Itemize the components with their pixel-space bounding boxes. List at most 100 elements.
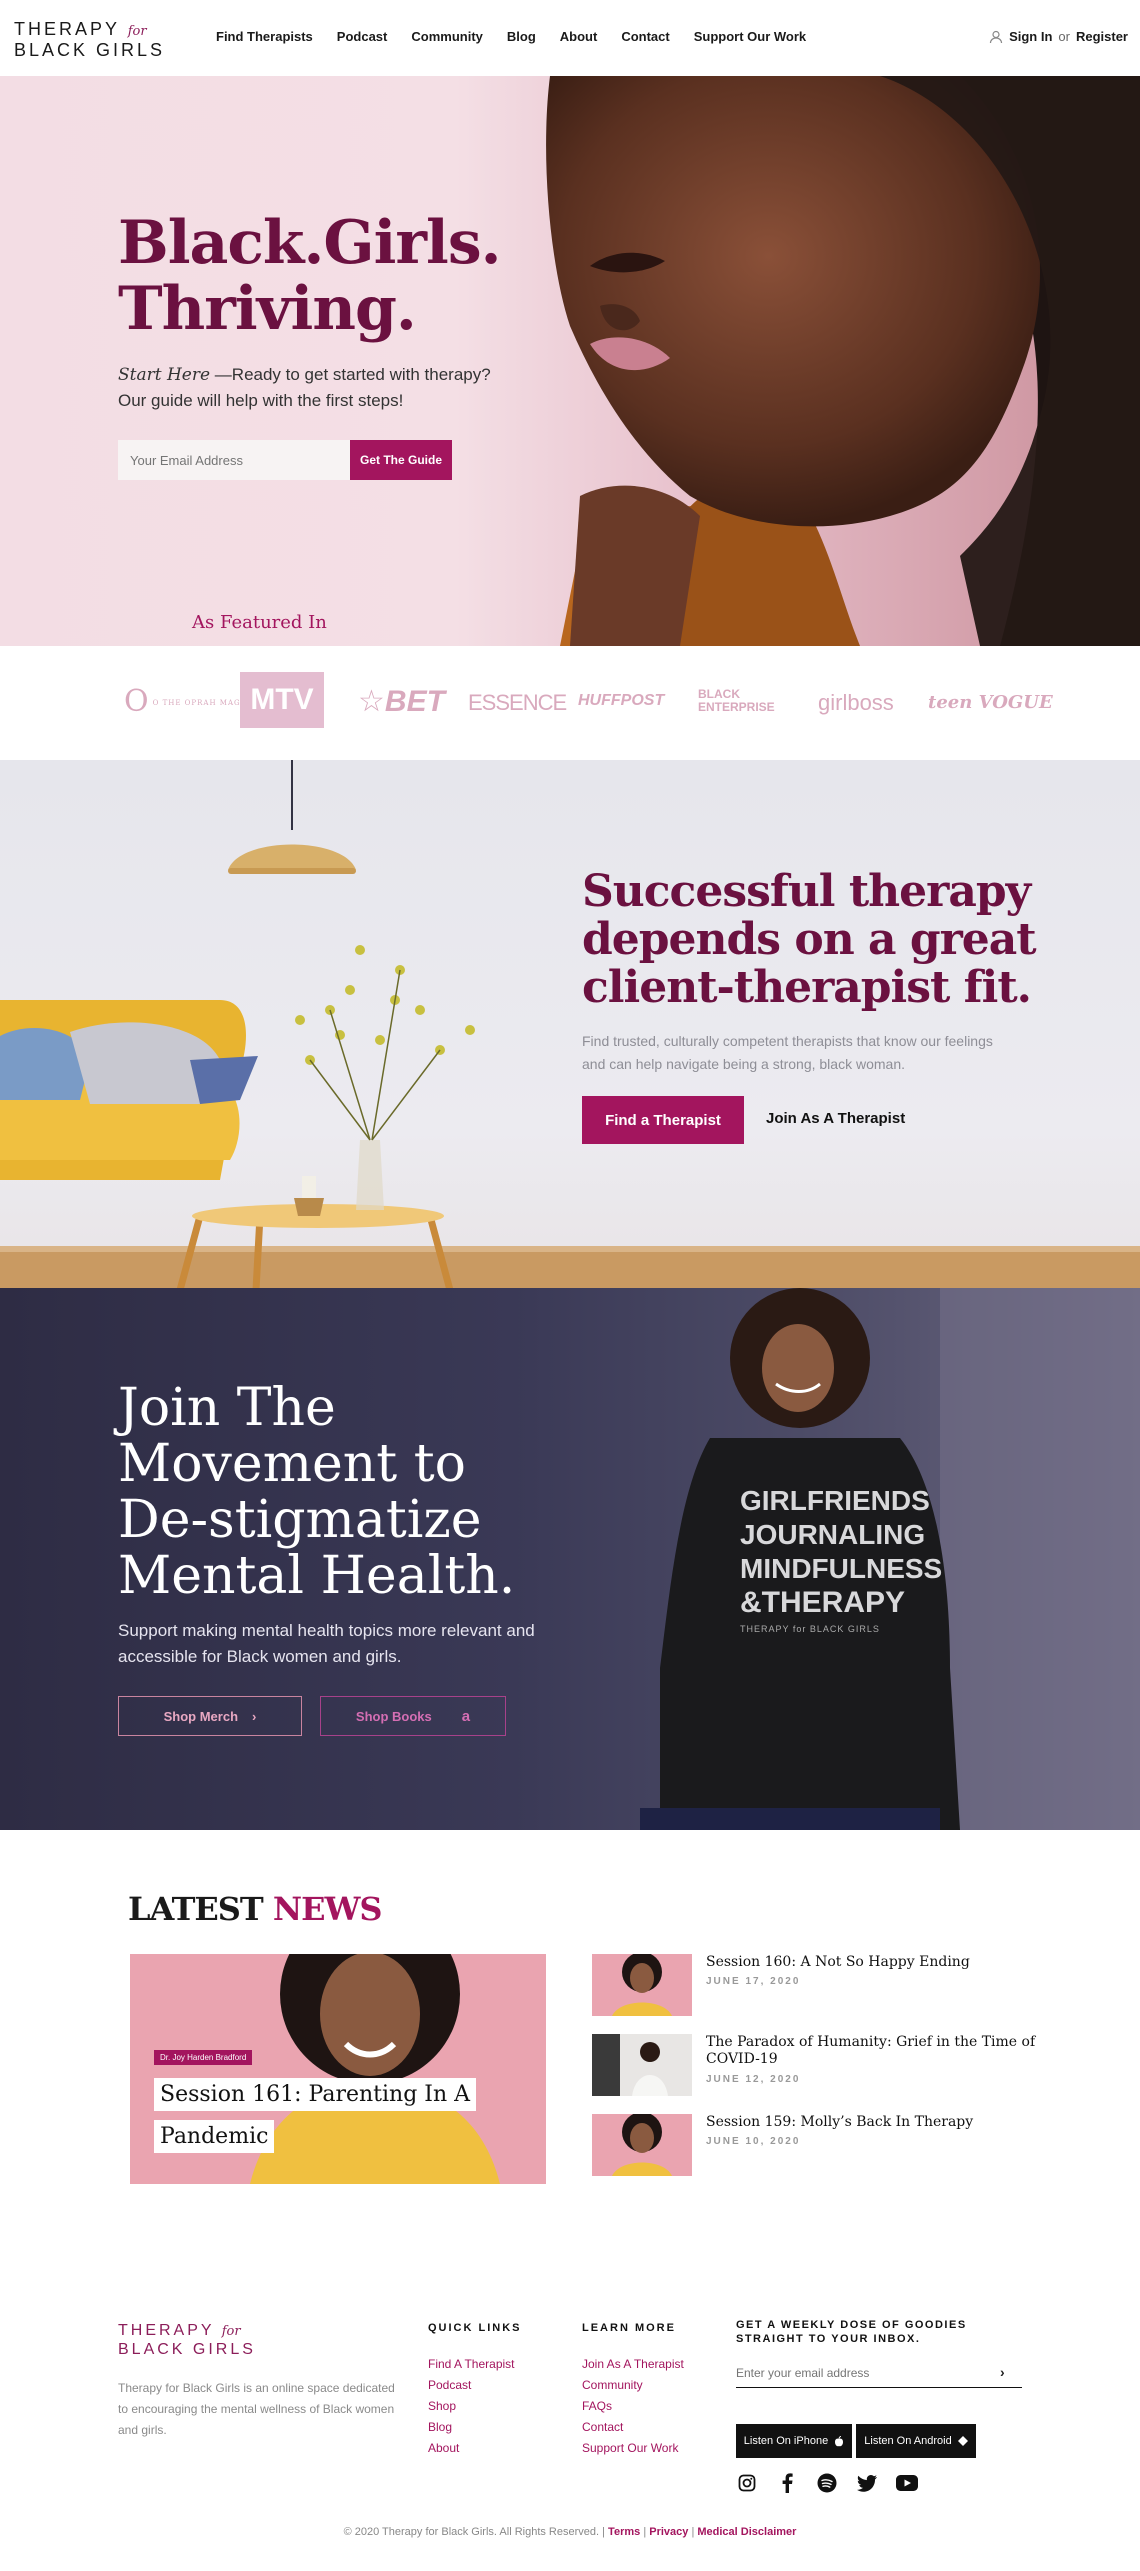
get-the-guide-button[interactable]: Get The Guide (350, 440, 452, 480)
nav-podcast[interactable]: Podcast (337, 29, 388, 44)
newsletter-submit-chevron-icon[interactable]: › (1000, 2364, 1005, 2380)
footer-link-join-as-therapist[interactable]: Join As A Therapist (582, 2354, 684, 2375)
fit-title-line3: client-therapist fit. (582, 962, 1032, 1013)
footer-link-support-our-work[interactable]: Support Our Work (582, 2438, 684, 2459)
shop-books-label: Shop Books (355, 1708, 432, 1724)
news-item-date: JUNE 10, 2020 (706, 2136, 801, 2147)
featured-news-card[interactable]: Dr. Joy Harden Bradford Session 161: Par… (130, 1954, 546, 2184)
movement-title: Join The Movement to De-stigmatize Menta… (118, 1380, 515, 1604)
news-list-item[interactable]: The Paradox of Humanity: Grief in the Ti… (592, 2034, 1052, 2098)
shirt-text-4: &THERAPY (740, 1586, 905, 1619)
news-list-item[interactable]: Session 160: A Not So Happy Ending JUNE … (592, 1954, 1052, 2018)
footer-link-contact[interactable]: Contact (582, 2417, 684, 2438)
copyright-bar: © 2020 Therapy for Black Girls. All Righ… (0, 2526, 1140, 2538)
medical-disclaimer-link[interactable]: Medical Disclaimer (697, 2526, 796, 2538)
nav-find-therapists[interactable]: Find Therapists (216, 29, 313, 44)
find-a-therapist-button[interactable]: Find a Therapist (582, 1096, 744, 1144)
fit-title-line2: depends on a great (582, 914, 1037, 965)
footer-logo[interactable]: THERAPY for BLACK GIRLS (118, 2322, 256, 2359)
footer-link-faqs[interactable]: FAQs (582, 2396, 684, 2417)
featured-news-title-line2: Pandemic (154, 2120, 275, 2153)
newsletter-email-input[interactable] (736, 2358, 1022, 2388)
movement-title-line1: Join The (118, 1378, 336, 1438)
footer-link-podcast[interactable]: Podcast (428, 2375, 515, 2396)
footer-link-blog[interactable]: Blog (428, 2417, 515, 2438)
girlboss-logo: girlboss (818, 690, 894, 715)
news-item-title[interactable]: Session 159: Molly’s Back In Therapy (706, 2114, 1036, 2131)
living-room-image (0, 760, 1140, 1288)
latest-news-section: LATEST NEWS Dr. Joy Harden Bradford Sess… (0, 1830, 1140, 2270)
huffpost-logo: HUFFPOST (578, 692, 665, 709)
instagram-icon[interactable] (736, 2472, 758, 2494)
hero-email-input[interactable] (118, 440, 350, 480)
listen-on-android-button[interactable]: Listen On Android (856, 2424, 976, 2458)
terms-link[interactable]: Terms (608, 2526, 640, 2538)
footer-link-find-a-therapist[interactable]: Find A Therapist (428, 2354, 515, 2375)
footer-logo-therapy: THERAPY (118, 2322, 215, 2339)
hero-portrait-image (546, 76, 1140, 646)
main-nav: Find Therapists Podcast Community Blog A… (216, 29, 806, 44)
logo-text-for: for (127, 24, 147, 39)
nav-community[interactable]: Community (411, 29, 483, 44)
logo-text-therapy: THERAPY (14, 19, 120, 39)
teen-vogue-logo: teen VOGUE (928, 692, 1053, 713)
news-item-date: JUNE 17, 2020 (706, 1976, 801, 1987)
twitter-icon[interactable] (856, 2472, 878, 2494)
movement-subtitle: Support making mental health topics more… (118, 1621, 535, 1666)
android-icon (957, 2436, 968, 2446)
apple-icon (835, 2435, 844, 2446)
footer-link-shop[interactable]: Shop (428, 2396, 515, 2417)
as-featured-in-label: As Featured In (192, 612, 327, 633)
youtube-icon[interactable] (896, 2472, 918, 2494)
black-enterprise-logo: BLACK ENTERPRISE (698, 687, 775, 714)
news-thumbnail (592, 2114, 692, 2176)
site-footer: THERAPY for BLACK GIRLS Therapy for Blac… (0, 2270, 1140, 2571)
privacy-link[interactable]: Privacy (649, 2526, 688, 2538)
nav-about[interactable]: About (560, 29, 598, 44)
fit-title-line1: Successful therapy (582, 866, 1031, 917)
nav-blog[interactable]: Blog (507, 29, 536, 44)
shirt-text-1: GIRLFRIENDS (740, 1485, 930, 1516)
listen-iphone-label: Listen On iPhone (743, 2435, 829, 2447)
page: THERAPY for BLACK GIRLS Find Therapists … (0, 0, 1140, 2571)
listen-on-iphone-button[interactable]: Listen On iPhone (736, 2424, 852, 2458)
start-here-link[interactable]: Start Here (118, 365, 210, 385)
register-link[interactable]: Register (1076, 29, 1128, 44)
hero-section: Black.Girls. Thriving. Start Here —Ready… (0, 76, 1140, 646)
nav-contact[interactable]: Contact (621, 29, 669, 44)
chevron-right-icon: › (252, 1708, 257, 1724)
join-as-therapist-link[interactable]: Join As A Therapist (766, 1110, 905, 1127)
site-header: THERAPY for BLACK GIRLS Find Therapists … (0, 0, 1140, 76)
movement-title-line2: Movement to (118, 1434, 466, 1494)
hero-title-line2: Thriving. (118, 274, 417, 344)
shop-books-button[interactable]: Shop Books a (320, 1696, 506, 1736)
newsletter-heading: GET A WEEKLY DOSE OF GOODIES STRAIGHT TO… (736, 2319, 967, 2345)
facebook-icon[interactable] (776, 2472, 798, 2494)
nav-support-our-work[interactable]: Support Our Work (694, 29, 806, 44)
hero-title: Black.Girls. Thriving. (118, 210, 501, 344)
shop-merch-button[interactable]: Shop Merch › (118, 1696, 302, 1736)
shirt-text-3: MINDFULNESS (740, 1553, 942, 1584)
heading-news: NEWS (272, 1890, 383, 1928)
footer-link-community[interactable]: Community (582, 2375, 684, 2396)
sweatshirt-model-image: GIRLFRIENDS JOURNALING MINDFULNESS &THER… (640, 1288, 1140, 1830)
quick-links-heading: QUICK LINKS (428, 2322, 522, 2334)
featured-logos-strip: OO THE OPRAH MAGAZINE MTV ☆BET ESSENCE H… (0, 646, 1140, 760)
sign-in-link[interactable]: Sign In (1009, 29, 1052, 44)
latest-news-heading: LATEST NEWS (128, 1890, 383, 1928)
movement-title-line4: Mental Health. (118, 1546, 516, 1606)
news-item-title[interactable]: The Paradox of Humanity: Grief in the Ti… (706, 2034, 1036, 2068)
shirt-text-2: JOURNALING (740, 1519, 925, 1550)
site-logo[interactable]: THERAPY for BLACK GIRLS (14, 20, 165, 60)
news-list-item[interactable]: Session 159: Molly’s Back In Therapy JUN… (592, 2114, 1052, 2178)
or-text: or (1058, 29, 1070, 44)
social-links (736, 2472, 918, 2494)
footer-link-about[interactable]: About (428, 2438, 515, 2459)
footer-logo-for: for (221, 2324, 241, 2339)
featured-news-title-line1: Session 161: Parenting In A (154, 2078, 477, 2111)
author-tag: Dr. Joy Harden Bradford (154, 2050, 253, 2065)
spotify-icon[interactable] (816, 2472, 838, 2494)
news-item-title[interactable]: Session 160: A Not So Happy Ending (706, 1954, 1036, 1971)
fit-title: Successful therapy depends on a great cl… (582, 866, 1037, 1013)
user-icon (989, 30, 1003, 43)
